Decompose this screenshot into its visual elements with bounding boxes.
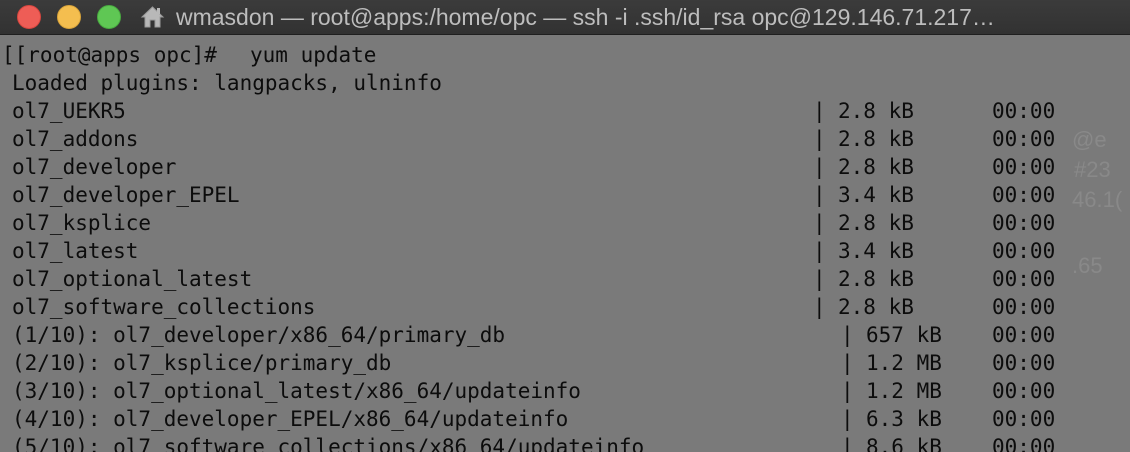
row-time: 00:00 <box>992 183 1056 207</box>
row-name: (2/10): ol7_ksplice/primary_db <box>12 351 392 375</box>
row-separator: | <box>841 379 854 403</box>
row-name: ol7_developer <box>12 155 177 179</box>
row-time: 00:00 <box>992 211 1056 235</box>
row-name: ol7_UEKR5 <box>12 99 126 123</box>
zoom-icon[interactable] <box>97 5 121 29</box>
row-time: 00:00 <box>992 351 1056 375</box>
row-size: 2.8 kB <box>838 295 914 319</box>
row-time: 00:00 <box>992 239 1056 263</box>
row-name: ol7_addons <box>12 127 139 151</box>
row-size: 2.8 kB <box>838 127 914 151</box>
plugins-line: Loaded plugins: langpacks, ulninfo <box>0 69 442 97</box>
row-separator: | <box>813 267 826 291</box>
row-size: 2.8 kB <box>838 211 914 235</box>
row-size: 2.8 kB <box>838 99 914 123</box>
plugins-text: Loaded plugins: langpacks, ulninfo <box>12 71 442 95</box>
row-separator: | <box>813 295 826 319</box>
row-size: 3.4 kB <box>838 183 914 207</box>
row-size: 1.2 MB <box>866 379 942 403</box>
command-line: [[root@apps opc]# yum update <box>0 41 376 69</box>
row-size: 2.8 kB <box>838 155 914 179</box>
background-window-text: .65 <box>1072 253 1103 278</box>
row-size: 3.4 kB <box>838 239 914 263</box>
row-time: 00:00 <box>992 99 1056 123</box>
row-time: 00:00 <box>992 323 1056 347</box>
terminal-output[interactable]: @e #23 46.1( .65 [[root@apps opc]# yum u… <box>0 35 1130 452</box>
row-name: ol7_optional_latest <box>12 267 253 291</box>
row-separator: | <box>841 351 854 375</box>
row-size: 8.6 kB <box>866 435 942 452</box>
row-time: 00:00 <box>992 267 1056 291</box>
command-text: yum update <box>250 43 377 67</box>
background-window-text: 46.1( <box>1072 187 1123 212</box>
row-time: 00:00 <box>992 379 1056 403</box>
terminal-window: wmasdon — root@apps:/home/opc — ssh -i .… <box>0 0 1130 452</box>
row-name: ol7_ksplice <box>12 211 152 235</box>
row-size: 657 kB <box>866 323 942 347</box>
row-size: 2.8 kB <box>838 267 914 291</box>
row-separator: | <box>841 435 854 452</box>
row-separator: | <box>813 183 826 207</box>
row-time: 00:00 <box>992 155 1056 179</box>
row-separator: | <box>813 127 826 151</box>
row-name: (4/10): ol7_developer_EPEL/x86_64/update… <box>12 407 569 431</box>
minimize-icon[interactable] <box>57 5 81 29</box>
row-size: 6.3 kB <box>866 407 942 431</box>
close-icon[interactable] <box>17 5 41 29</box>
background-window-text: #23 <box>1074 157 1111 182</box>
row-separator: | <box>841 407 854 431</box>
row-size: 1.2 MB <box>866 351 942 375</box>
background-window-text: @e <box>1072 127 1107 152</box>
row-separator: | <box>813 239 826 263</box>
row-separator: | <box>813 99 826 123</box>
title-bar[interactable]: wmasdon — root@apps:/home/opc — ssh -i .… <box>0 0 1130 35</box>
row-time: 00:00 <box>992 295 1056 319</box>
row-separator: | <box>813 211 826 235</box>
row-name: (5/10): ol7_software_collections/x86_64/… <box>12 435 645 452</box>
row-time: 00:00 <box>992 435 1056 452</box>
row-name: (1/10): ol7_developer/x86_64/primary_db <box>12 323 506 347</box>
row-separator: | <box>841 323 854 347</box>
row-name: ol7_developer_EPEL <box>12 183 240 207</box>
row-time: 00:00 <box>992 127 1056 151</box>
home-icon <box>140 6 165 28</box>
row-time: 00:00 <box>992 407 1056 431</box>
row-name: ol7_software_collections <box>12 295 316 319</box>
row-separator: | <box>813 155 826 179</box>
row-name: (3/10): ol7_optional_latest/x86_64/updat… <box>12 379 581 403</box>
window-title: wmasdon — root@apps:/home/opc — ssh -i .… <box>176 4 995 30</box>
row-name: ol7_latest <box>12 239 139 263</box>
shell-prompt: [[root@apps opc]# <box>2 43 230 67</box>
